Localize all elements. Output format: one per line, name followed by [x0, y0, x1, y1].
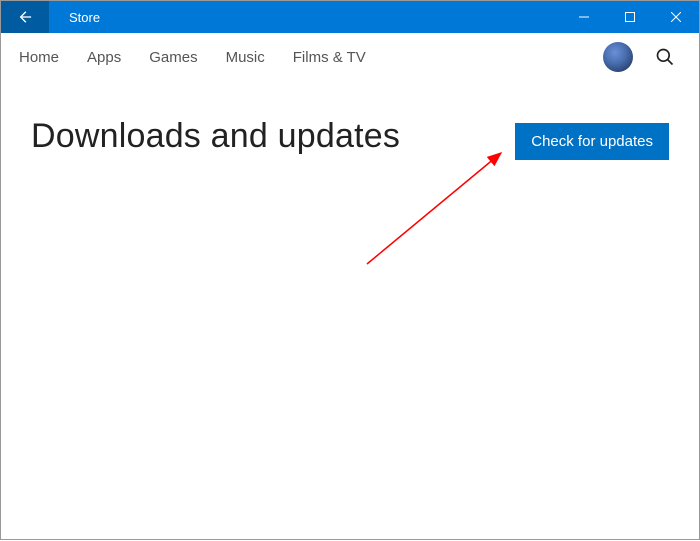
main-content: Downloads and updates Check for updates — [1, 81, 699, 160]
back-arrow-icon — [18, 10, 32, 24]
check-for-updates-button[interactable]: Check for updates — [515, 123, 669, 160]
search-icon[interactable] — [655, 47, 675, 67]
nav-home[interactable]: Home — [19, 49, 59, 66]
maximize-icon — [625, 12, 635, 22]
navbar: Home Apps Games Music Films & TV — [1, 33, 699, 81]
nav-games[interactable]: Games — [149, 49, 197, 66]
window-title: Store — [49, 1, 561, 33]
close-button[interactable] — [653, 1, 699, 33]
minimize-icon — [579, 12, 589, 22]
maximize-button[interactable] — [607, 1, 653, 33]
back-button[interactable] — [1, 1, 49, 33]
nav-films-tv[interactable]: Films & TV — [293, 49, 366, 66]
minimize-button[interactable] — [561, 1, 607, 33]
close-icon — [671, 12, 681, 22]
window-controls — [561, 1, 699, 33]
user-avatar[interactable] — [603, 42, 633, 72]
page-title: Downloads and updates — [31, 117, 400, 156]
nav-apps[interactable]: Apps — [87, 49, 121, 66]
titlebar: Store — [1, 1, 699, 33]
nav-music[interactable]: Music — [226, 49, 265, 66]
